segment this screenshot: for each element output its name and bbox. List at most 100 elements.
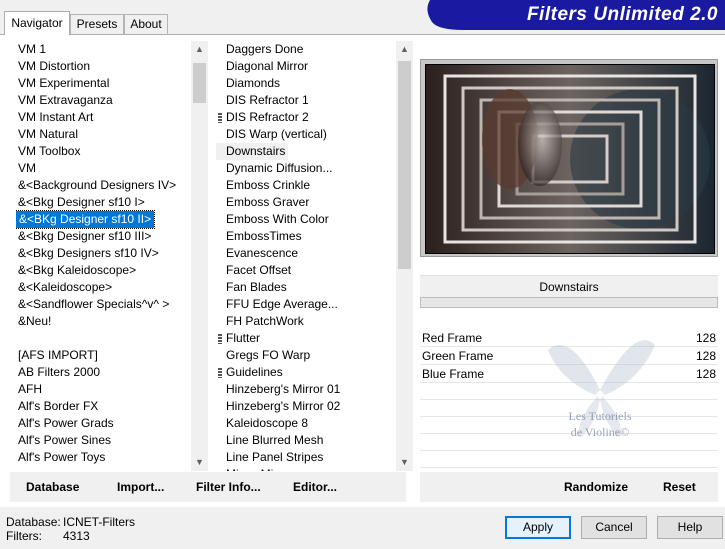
- reset-button[interactable]: Reset: [663, 480, 696, 494]
- category-item[interactable]: &Neu!: [16, 313, 192, 330]
- category-item[interactable]: VM: [16, 160, 192, 177]
- parameter-row[interactable]: Blue Frame 128: [420, 365, 718, 383]
- scroll-down-icon[interactable]: ▼: [396, 454, 413, 471]
- category-item[interactable]: Alf's Power Toys: [16, 449, 192, 466]
- filter-row: Facet Offset: [216, 262, 396, 279]
- filter-item[interactable]: Downstairs: [216, 143, 289, 160]
- filter-item[interactable]: Guidelines: [216, 364, 396, 381]
- category-item[interactable]: Alf's Power Grads: [16, 415, 192, 432]
- category-item[interactable]: &<Kaleidoscope>: [16, 279, 192, 296]
- filter-item-label: DIS Refractor 2: [226, 110, 309, 124]
- category-scroll-thumb[interactable]: [193, 63, 206, 103]
- category-item[interactable]: AB Filters 2000: [16, 364, 192, 381]
- filter-item[interactable]: Emboss With Color: [216, 211, 396, 228]
- apply-button[interactable]: Apply: [505, 516, 571, 539]
- filter-list[interactable]: Daggers Done Diagonal Mirror Diamonds DIS R…: [216, 41, 396, 471]
- category-item[interactable]: VM 1: [16, 41, 192, 58]
- filter-row: Kaleidoscope 8: [216, 415, 396, 432]
- filter-row: DIS Refractor 1: [216, 92, 396, 109]
- filter-item[interactable]: Emboss Graver: [216, 194, 396, 211]
- filter-item[interactable]: FH PatchWork: [216, 313, 396, 330]
- filter-item[interactable]: Fan Blades: [216, 279, 396, 296]
- filter-item-label: Hinzeberg's Mirror 02: [226, 399, 341, 413]
- randomize-button[interactable]: Randomize: [564, 480, 628, 494]
- filter-row: Daggers Done: [216, 41, 396, 58]
- filter-row: Diagonal Mirror: [216, 58, 396, 75]
- filter-item-label: Emboss Graver: [226, 195, 310, 209]
- category-item[interactable]: VM Instant Art: [16, 109, 192, 126]
- import-button[interactable]: Import...: [117, 480, 164, 494]
- scroll-down-icon[interactable]: ▼: [191, 454, 208, 471]
- filter-item[interactable]: Line Panel Stripes: [216, 449, 396, 466]
- drag-grip-icon: [218, 334, 222, 344]
- scroll-up-icon[interactable]: ▲: [396, 41, 413, 58]
- category-row: &<Bkg Designer sf10 III>: [16, 228, 192, 245]
- category-row: Alf's Power Grads: [16, 415, 192, 432]
- category-item[interactable]: AFH: [16, 381, 192, 398]
- tab-presets[interactable]: Presets: [70, 14, 124, 34]
- filter-item-label: Diamonds: [226, 76, 281, 90]
- category-scrollbar[interactable]: ▲ ▼: [191, 41, 208, 471]
- filter-item[interactable]: Mirror Mirror: [216, 466, 396, 471]
- filter-item-label: Guidelines: [226, 365, 283, 379]
- filter-row: Hinzeberg's Mirror 02: [216, 398, 396, 415]
- database-button[interactable]: Database: [26, 480, 79, 494]
- filter-item[interactable]: Flutter: [216, 330, 396, 347]
- category-item[interactable]: VM Experimental: [16, 75, 192, 92]
- category-item[interactable]: VM Distortion: [16, 58, 192, 75]
- parameter-row-empty: [420, 451, 718, 468]
- category-item[interactable]: &<BKg Designer sf10 II>: [16, 210, 156, 229]
- scroll-up-icon[interactable]: ▲: [191, 41, 208, 58]
- category-item[interactable]: Alf's Power Sines: [16, 432, 192, 449]
- category-item[interactable]: VM Toolbox: [16, 143, 192, 160]
- filter-scrollbar[interactable]: ▲ ▼: [396, 41, 413, 471]
- filter-item[interactable]: Evanescence: [216, 245, 396, 262]
- category-item[interactable]: &<Bkg Designers sf10 IV>: [16, 245, 192, 262]
- right-toolbar: Randomize Reset: [420, 472, 718, 502]
- filter-info-button[interactable]: Filter Info...: [196, 480, 261, 494]
- category-item[interactable]: [AFS IMPORT]: [16, 347, 192, 364]
- cancel-button[interactable]: Cancel: [581, 516, 647, 539]
- category-item[interactable]: &<Bkg Designer sf10 I>: [16, 194, 192, 211]
- parameter-name: Red Frame: [422, 331, 483, 345]
- category-item[interactable]: &<Background Designers IV>: [16, 177, 192, 194]
- filter-item-label: Emboss With Color: [226, 212, 329, 226]
- category-item[interactable]: VM Extravaganza: [16, 92, 192, 109]
- category-row: [AFS IMPORT]: [16, 347, 192, 364]
- filter-item[interactable]: Dynamic Diffusion...: [216, 160, 396, 177]
- help-button[interactable]: Help: [657, 516, 723, 539]
- parameter-list: Red Frame 128 Green Frame 128 Blue Frame 128: [420, 329, 718, 479]
- filter-item[interactable]: DIS Warp (vertical): [216, 126, 396, 143]
- filter-item[interactable]: Hinzeberg's Mirror 02: [216, 398, 396, 415]
- filter-item[interactable]: Kaleidoscope 8: [216, 415, 396, 432]
- filter-item[interactable]: DIS Refractor 1: [216, 92, 396, 109]
- filter-item[interactable]: EmbossTimes: [216, 228, 396, 245]
- editor-button[interactable]: Editor...: [293, 480, 337, 494]
- filter-row: Line Panel Stripes: [216, 449, 396, 466]
- parameter-row[interactable]: Green Frame 128: [420, 347, 718, 365]
- status-database-label: Database:: [6, 515, 61, 529]
- filter-item[interactable]: Diamonds: [216, 75, 396, 92]
- filter-item[interactable]: FFU Edge Average...: [216, 296, 396, 313]
- tab-about[interactable]: About: [124, 14, 168, 34]
- filter-item[interactable]: Diagonal Mirror: [216, 58, 396, 75]
- filter-scroll-thumb[interactable]: [398, 61, 411, 269]
- filter-item[interactable]: Gregs FO Warp: [216, 347, 396, 364]
- filter-item[interactable]: Hinzeberg's Mirror 01: [216, 381, 396, 398]
- parameter-row[interactable]: Red Frame 128: [420, 329, 718, 347]
- tab-navigator[interactable]: Navigator: [4, 11, 70, 35]
- preview-artwork: [425, 64, 715, 254]
- category-item[interactable]: &<Sandflower Specials^v^ >: [16, 296, 192, 313]
- filter-item-label: Daggers Done: [226, 42, 304, 56]
- filter-item[interactable]: Facet Offset: [216, 262, 396, 279]
- category-list[interactable]: VM 1 VM Distortion VM Experimental VM Extra…: [16, 41, 192, 471]
- category-item[interactable]: Alf's Border FX: [16, 398, 192, 415]
- category-item[interactable]: VM Natural: [16, 126, 192, 143]
- category-row: &<BKg Designer sf10 II>: [16, 210, 192, 229]
- filter-item[interactable]: Daggers Done: [216, 41, 396, 58]
- filter-item[interactable]: DIS Refractor 2: [216, 109, 396, 126]
- filter-item[interactable]: Line Blurred Mesh: [216, 432, 396, 449]
- category-item[interactable]: &<Bkg Kaleidoscope>: [16, 262, 192, 279]
- filter-item[interactable]: Emboss Crinkle: [216, 177, 396, 194]
- category-item[interactable]: &<Bkg Designer sf10 III>: [16, 228, 192, 245]
